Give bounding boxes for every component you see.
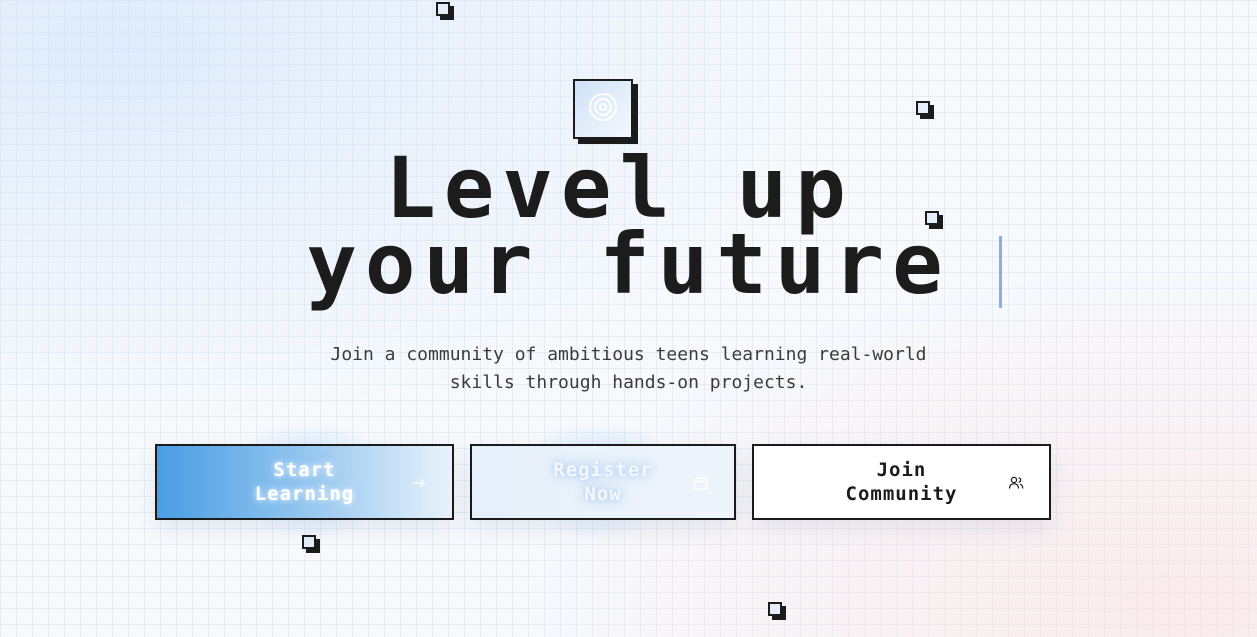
- register-label-line-2: Now: [584, 483, 622, 505]
- typing-cursor: [999, 236, 1002, 308]
- start-label-line-2: Learning: [254, 483, 355, 505]
- target-icon: [588, 92, 618, 126]
- subtitle-line-2: skills through hands-on projects.: [449, 372, 808, 393]
- subtitle-line-1: Join a community of ambitious teens lear…: [330, 344, 927, 365]
- hero-badge: [573, 79, 633, 139]
- start-learning-button[interactable]: Start Learning: [155, 444, 454, 520]
- register-now-button[interactable]: Register Now: [470, 444, 736, 520]
- headline-line-2: your future: [306, 215, 951, 313]
- register-now-label: Register Now: [518, 458, 688, 506]
- start-label-line-1: Start: [273, 459, 336, 481]
- start-learning-label: Start Learning: [220, 458, 390, 506]
- join-community-label: Join Community: [817, 458, 987, 506]
- calendar-icon: [692, 474, 710, 492]
- hero-headline: Level up your future: [0, 146, 1257, 313]
- join-community-button[interactable]: Join Community: [752, 444, 1051, 520]
- hero-subtitle: Join a community of ambitious teens lear…: [0, 341, 1257, 397]
- pixel-square-decoration: [436, 2, 450, 16]
- arrow-right-icon: [410, 474, 428, 492]
- pixel-square-decoration: [302, 535, 316, 549]
- join-label-line-1: Join: [876, 459, 927, 481]
- pixel-square-decoration: [916, 101, 930, 115]
- pixel-square-decoration: [768, 602, 782, 616]
- users-icon: [1007, 474, 1025, 492]
- register-label-line-1: Register: [553, 459, 653, 481]
- join-label-line-2: Community: [845, 483, 958, 505]
